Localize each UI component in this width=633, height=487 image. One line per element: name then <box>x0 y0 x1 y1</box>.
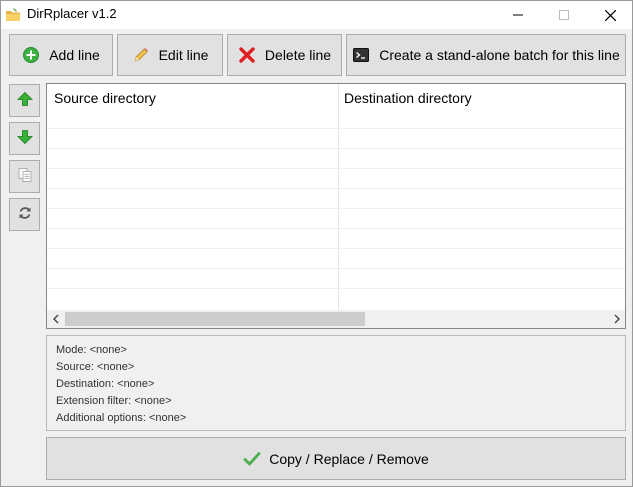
column-header-source[interactable]: Source directory <box>47 84 338 112</box>
extension-filter-text: Extension filter: <none> <box>56 395 172 407</box>
grid-line <box>47 128 625 129</box>
delete-line-button[interactable]: Delete line <box>227 34 342 76</box>
grid-line <box>47 268 625 269</box>
folder-app-icon <box>5 7 21 23</box>
arrow-up-icon <box>16 91 33 110</box>
pencil-icon <box>132 46 150 64</box>
grid-line <box>47 188 625 189</box>
copy-replace-remove-label: Copy / Replace / Remove <box>269 450 429 467</box>
create-batch-label: Create a stand-alone batch for this line <box>379 47 620 63</box>
add-line-button[interactable]: Add line <box>9 34 113 76</box>
column-header-destination[interactable]: Destination directory <box>338 84 625 112</box>
checkmark-icon <box>243 450 261 468</box>
grid-line <box>47 288 625 289</box>
minimize-button[interactable] <box>495 1 541 29</box>
add-circle-icon <box>22 46 40 64</box>
chevron-right-icon <box>613 312 621 327</box>
close-button[interactable] <box>587 1 633 29</box>
mode-text: Mode: <none> <box>56 344 127 356</box>
details-panel: Mode: <none> Source: <none> Destination:… <box>46 335 626 431</box>
edit-line-button[interactable]: Edit line <box>117 34 223 76</box>
app-window: DirRplacer v1.2 Add line Edit line Delet… <box>0 0 633 487</box>
copy-replace-remove-button[interactable]: Copy / Replace / Remove <box>46 437 626 480</box>
add-line-label: Add line <box>49 47 100 63</box>
destination-text: Destination: <none> <box>56 378 155 390</box>
chevron-left-icon <box>52 312 60 327</box>
grid-line <box>47 248 625 249</box>
move-down-button[interactable] <box>9 122 40 155</box>
delete-line-label: Delete line <box>264 47 332 63</box>
title-bar[interactable]: DirRplacer v1.2 <box>1 1 632 29</box>
source-text: Source: <none> <box>56 361 135 373</box>
scroll-right-button[interactable] <box>608 310 625 328</box>
directory-list[interactable]: Source directory Destination directory <box>46 83 626 329</box>
edit-line-label: Edit line <box>158 47 209 63</box>
arrow-down-icon <box>16 129 33 148</box>
refresh-button[interactable] <box>9 198 40 231</box>
scrollbar-thumb[interactable] <box>65 312 365 326</box>
refresh-icon <box>17 205 33 224</box>
create-batch-button[interactable]: Create a stand-alone batch for this line <box>346 34 626 76</box>
move-up-button[interactable] <box>9 84 40 117</box>
terminal-icon <box>352 46 370 64</box>
grid-line <box>47 208 625 209</box>
grid-line <box>47 148 625 149</box>
copy-icon <box>17 167 33 186</box>
window-title: DirRplacer v1.2 <box>27 6 117 21</box>
additional-options-text: Additional options: <none> <box>56 412 187 424</box>
scroll-left-button[interactable] <box>47 310 64 328</box>
column-divider[interactable] <box>338 84 339 310</box>
delete-x-icon <box>238 46 256 64</box>
horizontal-scrollbar[interactable] <box>47 310 625 328</box>
maximize-button[interactable] <box>541 1 587 29</box>
grid-line <box>47 228 625 229</box>
duplicate-button[interactable] <box>9 160 40 193</box>
grid-line <box>47 168 625 169</box>
